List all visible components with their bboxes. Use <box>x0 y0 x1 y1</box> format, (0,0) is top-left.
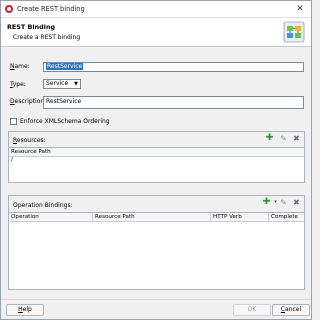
description-label: Description: <box>10 98 47 105</box>
close-icon[interactable]: ✕ <box>293 2 307 16</box>
add-operation-icon[interactable]: ✚ <box>262 198 271 207</box>
dialog-header: REST Binding Create a REST binding <box>1 18 311 47</box>
resources-title: Resources: <box>13 137 46 144</box>
enforce-xmlschema-checkbox[interactable] <box>10 118 17 125</box>
operation-bindings-table: Operation Resource Path HTTP Verb Comple… <box>9 212 304 289</box>
resources-col-resource-path[interactable]: Resource Path <box>9 148 304 157</box>
name-field-value: RestService <box>46 63 84 70</box>
add-resource-icon[interactable]: ✚ <box>265 134 274 143</box>
help-button[interactable]: Help <box>6 304 44 316</box>
delete-operation-icon[interactable]: ✖ <box>292 198 301 207</box>
window-title: Create REST binding <box>17 5 85 13</box>
delete-resource-icon[interactable]: ✖ <box>292 134 301 143</box>
header-title: REST Binding <box>7 23 55 31</box>
chevron-down-icon: ▼ <box>74 81 78 87</box>
operation-bindings-title: Operation Bindings: <box>13 202 73 209</box>
title-bar[interactable]: Create REST binding ✕ <box>1 1 311 18</box>
name-label: Name: <box>10 63 30 70</box>
create-rest-binding-dialog: Create REST binding ✕ REST Binding Creat… <box>0 0 312 320</box>
header-subtitle: Create a REST binding <box>13 34 81 41</box>
operations-col-operation[interactable]: Operation <box>9 213 93 222</box>
description-field[interactable]: RestService <box>43 96 304 109</box>
type-select[interactable]: Service ▼ <box>43 79 81 89</box>
cancel-button[interactable]: Cancel <box>272 304 310 316</box>
enforce-xmlschema-label: Enforce XMLSchema Ordering <box>20 118 110 125</box>
type-label: Type: <box>10 81 26 88</box>
operations-col-complete[interactable]: Complete <box>269 213 304 222</box>
oracle-app-icon <box>5 5 13 13</box>
resources-table: Resource Path / <box>9 147 304 182</box>
ok-button[interactable]: OK <box>233 304 271 316</box>
rest-binding-wizard-icon <box>283 21 305 43</box>
type-select-value: Service <box>46 80 69 87</box>
operations-col-resource-path[interactable]: Resource Path <box>93 213 211 222</box>
table-row[interactable]: / <box>9 157 304 164</box>
resources-panel: Resources: ✚ ✎ ✖ Resource Path / <box>8 131 305 183</box>
edit-operation-icon[interactable]: ✎ <box>279 198 288 207</box>
edit-resource-icon[interactable]: ✎ <box>279 134 288 143</box>
operations-col-http-verb[interactable]: HTTP Verb <box>211 213 269 222</box>
description-field-value: RestService <box>46 98 82 105</box>
resource-path-cell: / <box>11 157 13 163</box>
footer-divider <box>1 299 311 300</box>
name-field[interactable]: RestService <box>43 62 304 72</box>
operation-bindings-panel: Operation Bindings: ✚ ▾ ✎ ✖ Operation Re… <box>8 195 305 290</box>
